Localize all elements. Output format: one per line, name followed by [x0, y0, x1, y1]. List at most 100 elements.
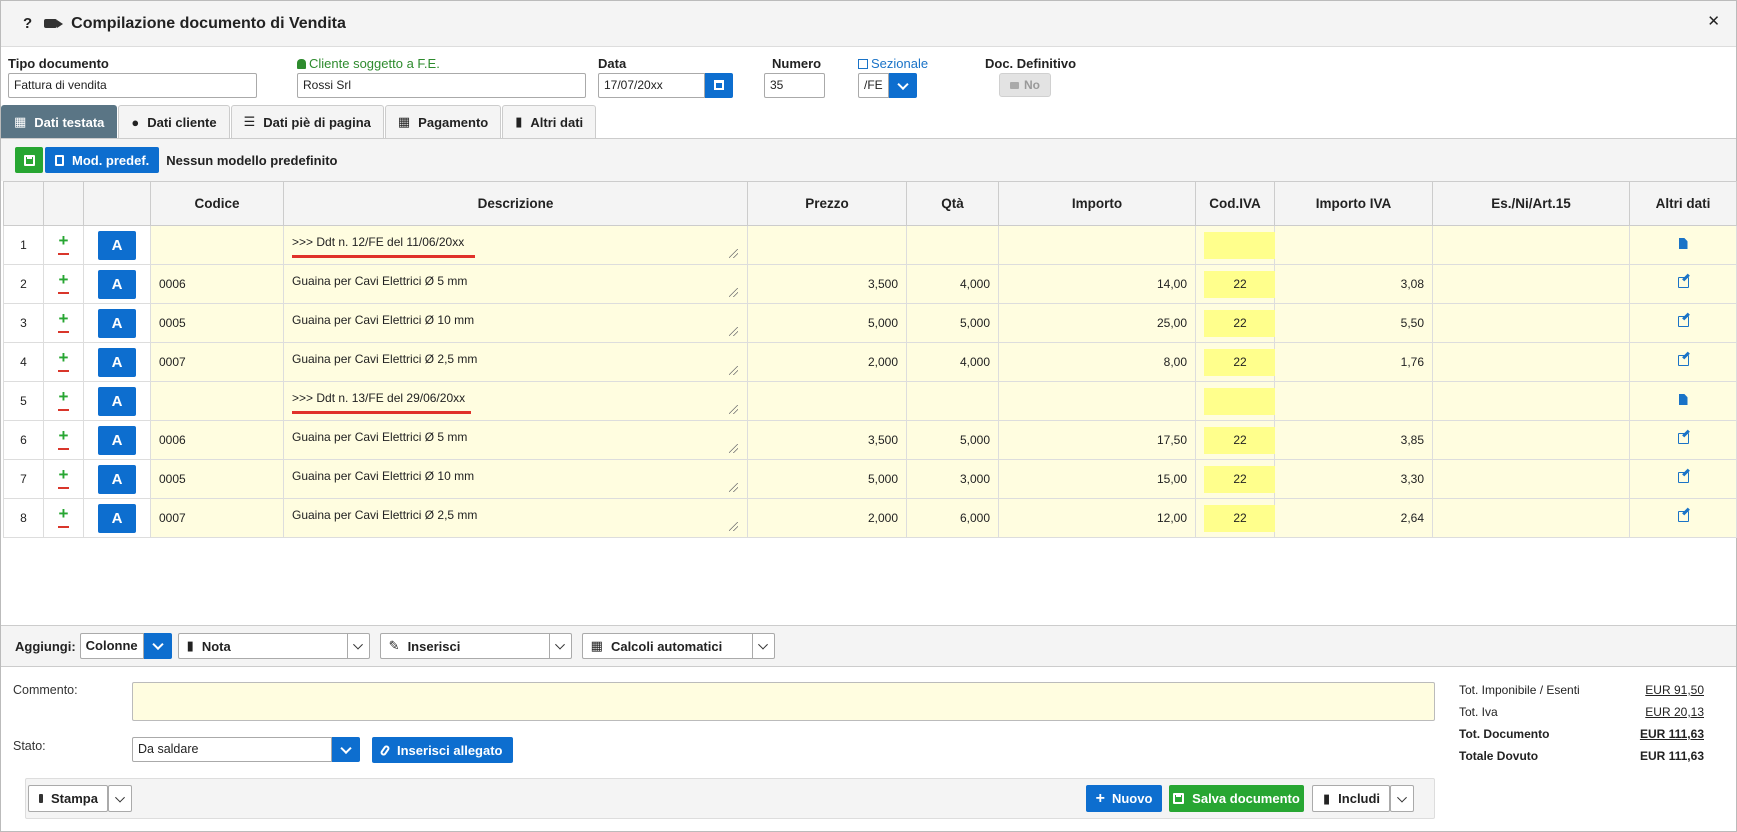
cell-codice[interactable]: 0007 [150, 342, 284, 382]
minus-icon[interactable] [58, 331, 69, 333]
table-row[interactable]: 2 + A 0006 Guaina per Cavi Elettrici Ø 5… [3, 264, 1737, 304]
stampa-button[interactable]: Stampa [28, 785, 108, 812]
resize-handle-icon[interactable] [729, 444, 738, 453]
col-cod-iva[interactable]: Cod.IVA [1195, 181, 1275, 226]
tab-dati-pie-pagina[interactable]: ☰ Dati piè di pagina [230, 105, 384, 138]
cell-importo[interactable]: 15,00 [998, 459, 1196, 499]
cell-prezzo[interactable]: 5,000 [747, 459, 907, 499]
cell-qta[interactable]: 4,000 [906, 264, 999, 304]
col-codice[interactable]: Codice [150, 181, 284, 226]
minus-icon[interactable] [58, 409, 69, 411]
table-row[interactable]: 7 + A 0005 Guaina per Cavi Elettrici Ø 1… [3, 459, 1737, 499]
cell-qta[interactable]: 3,000 [906, 459, 999, 499]
table-row[interactable]: 3 + A 0005 Guaina per Cavi Elettrici Ø 1… [3, 303, 1737, 343]
plus-icon[interactable]: + [44, 232, 83, 249]
cell-descrizione[interactable]: Guaina per Cavi Elettrici Ø 2,5 mm [283, 498, 748, 538]
close-button[interactable]: ✕ [1707, 12, 1720, 30]
row-a-button[interactable]: A [98, 269, 136, 299]
plus-icon[interactable]: + [44, 271, 83, 288]
commento-input[interactable] [132, 682, 1435, 721]
nota-dropdown[interactable]: ▮ Nota [177, 633, 370, 659]
total-value[interactable]: EUR 111,63 [1640, 727, 1704, 741]
sezionale-label[interactable]: Sezionale [858, 56, 928, 71]
col-altri-dati[interactable]: Altri dati [1629, 181, 1737, 226]
cell-importo-iva[interactable]: 3,30 [1274, 459, 1433, 499]
cell-cod-iva[interactable]: 22 [1195, 303, 1276, 343]
cell-cod-iva[interactable] [1195, 225, 1276, 265]
video-icon[interactable] [44, 19, 64, 28]
cell-cod-iva[interactable]: 22 [1195, 342, 1276, 382]
cell-es-ni[interactable] [1432, 225, 1630, 265]
cell-importo-iva[interactable] [1274, 225, 1433, 265]
row-a-button[interactable]: A [98, 425, 136, 455]
cell-descrizione[interactable]: Guaina per Cavi Elettrici Ø 10 mm [283, 303, 748, 343]
data-input[interactable]: 17/07/20xx [598, 73, 705, 98]
sezionale-select[interactable]: /FE [858, 73, 889, 98]
cell-descrizione[interactable]: >>> Ddt n. 12/FE del 11/06/20xx [283, 225, 748, 265]
col-es-ni[interactable]: Es./Ni/Art.15 [1432, 181, 1630, 226]
mod-predef-button[interactable]: Mod. predef. [45, 147, 160, 173]
table-row[interactable]: 8 + A 0007 Guaina per Cavi Elettrici Ø 2… [3, 498, 1737, 538]
minus-icon[interactable] [58, 487, 69, 489]
cell-importo[interactable] [998, 225, 1196, 265]
table-row[interactable]: 6 + A 0006 Guaina per Cavi Elettrici Ø 5… [3, 420, 1737, 460]
nuovo-button[interactable]: + Nuovo [1086, 785, 1162, 812]
resize-handle-icon[interactable] [729, 405, 738, 414]
stampa-dropdown-button[interactable] [108, 785, 132, 812]
row-a-button[interactable]: A [98, 386, 136, 416]
cell-descrizione[interactable]: Guaina per Cavi Elettrici Ø 5 mm [283, 420, 748, 460]
minus-icon[interactable] [58, 292, 69, 294]
cell-altri-dati[interactable] [1629, 342, 1737, 382]
inserisci-dropdown[interactable]: ✎ Inserisci [379, 633, 572, 659]
cell-altri-dati[interactable] [1629, 498, 1737, 538]
cell-codice[interactable]: 0007 [150, 498, 284, 538]
cell-codice[interactable]: 0005 [150, 459, 284, 499]
cell-codice[interactable] [150, 225, 284, 265]
tipo-documento-input[interactable]: Fattura di vendita [8, 73, 257, 98]
cell-es-ni[interactable] [1432, 498, 1630, 538]
resize-handle-icon[interactable] [729, 327, 738, 336]
help-button[interactable]: ? [23, 15, 32, 32]
plus-icon[interactable]: + [44, 466, 83, 483]
tab-dati-cliente[interactable]: ● Dati cliente [118, 105, 230, 138]
col-descrizione[interactable]: Descrizione [283, 181, 748, 226]
cell-importo[interactable]: 25,00 [998, 303, 1196, 343]
cell-qta[interactable]: 5,000 [906, 420, 999, 460]
cell-qta[interactable]: 6,000 [906, 498, 999, 538]
plus-icon[interactable]: + [44, 388, 83, 405]
cell-prezzo[interactable]: 3,500 [747, 264, 907, 304]
cell-prezzo[interactable]: 3,500 [747, 420, 907, 460]
total-value[interactable]: EUR 91,50 [1645, 683, 1704, 697]
cell-importo[interactable]: 12,00 [998, 498, 1196, 538]
edit-icon[interactable] [1677, 355, 1689, 366]
cell-prezzo[interactable] [747, 381, 907, 421]
row-a-button[interactable]: A [98, 308, 136, 338]
calendar-button[interactable] [705, 73, 733, 98]
cell-codice[interactable]: 0006 [150, 420, 284, 460]
cell-importo-iva[interactable] [1274, 381, 1433, 421]
cell-descrizione[interactable]: Guaina per Cavi Elettrici Ø 10 mm [283, 459, 748, 499]
minus-icon[interactable] [58, 253, 69, 255]
cell-prezzo[interactable]: 2,000 [747, 342, 907, 382]
cell-es-ni[interactable] [1432, 459, 1630, 499]
cell-importo[interactable]: 8,00 [998, 342, 1196, 382]
cell-importo-iva[interactable]: 3,85 [1274, 420, 1433, 460]
cell-qta[interactable]: 4,000 [906, 342, 999, 382]
edit-icon[interactable] [1677, 472, 1689, 483]
table-row[interactable]: 4 + A 0007 Guaina per Cavi Elettrici Ø 2… [3, 342, 1737, 382]
row-a-button[interactable]: A [98, 230, 136, 260]
tab-altri-dati[interactable]: ▮ Altri dati [502, 105, 597, 138]
cell-prezzo[interactable] [747, 225, 907, 265]
resize-handle-icon[interactable] [729, 522, 738, 531]
cell-cod-iva[interactable] [1195, 381, 1276, 421]
edit-icon[interactable] [1677, 277, 1689, 288]
cell-altri-dati[interactable] [1629, 264, 1737, 304]
colonne-select[interactable]: Colonne [79, 633, 144, 659]
includi-dropdown-button[interactable] [1390, 785, 1414, 812]
cell-importo-iva[interactable]: 1,76 [1274, 342, 1433, 382]
cell-importo[interactable]: 14,00 [998, 264, 1196, 304]
cell-codice[interactable] [150, 381, 284, 421]
resize-handle-icon[interactable] [729, 483, 738, 492]
cliente-label[interactable]: Cliente soggetto a F.E. [297, 56, 586, 71]
table-row[interactable]: 1 + A >>> Ddt n. 12/FE del 11/06/20xx [3, 225, 1737, 265]
